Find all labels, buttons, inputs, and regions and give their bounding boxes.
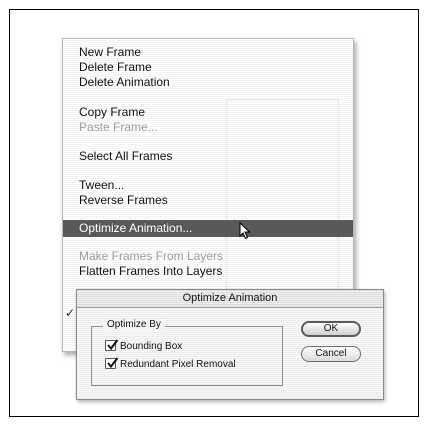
menu-item-paste-frame: Paste Frame... [79, 120, 158, 134]
mouse-pointer-icon [239, 222, 251, 240]
bounding-box-checkbox[interactable] [105, 339, 119, 351]
menu-item-flatten-frames-into-layers[interactable]: Flatten Frames Into Layers [63, 264, 353, 279]
menu-item-reverse-frames[interactable]: Reverse Frames [63, 193, 353, 208]
cancel-button[interactable]: Cancel [301, 346, 361, 362]
optimize-by-label: Optimize By [103, 319, 165, 331]
redundant-pixel-removal-checkbox[interactable] [105, 357, 119, 369]
bounding-box-option[interactable]: Bounding Box [105, 339, 183, 353]
menu-item-delete-animation[interactable]: Delete Animation [63, 75, 353, 90]
redundant-pixel-removal-option[interactable]: Redundant Pixel Removal [105, 357, 236, 371]
menu-item-new-frame[interactable]: New Frame [63, 45, 353, 60]
bounding-box-label: Bounding Box [120, 341, 183, 352]
optimize-animation-dialog: Optimize Animation Optimize By Bounding … [76, 289, 384, 400]
optimize-by-group [91, 326, 283, 386]
menu-item-select-all-frames[interactable]: Select All Frames [63, 149, 353, 164]
menu-item-make-frames-from-layers: Make Frames From Layers [79, 249, 224, 263]
menu-item-optimize-animation[interactable]: Optimize Animation... [63, 220, 353, 237]
menu-item-delete-frame[interactable]: Delete Frame [63, 60, 353, 75]
menu-item-copy-frame[interactable]: Copy Frame [63, 105, 353, 120]
dialog-title: Optimize Animation [77, 290, 383, 308]
ok-button[interactable]: OK [301, 321, 361, 337]
menu-item-tween[interactable]: Tween... [63, 178, 353, 193]
redundant-pixel-removal-label: Redundant Pixel Removal [120, 359, 236, 370]
